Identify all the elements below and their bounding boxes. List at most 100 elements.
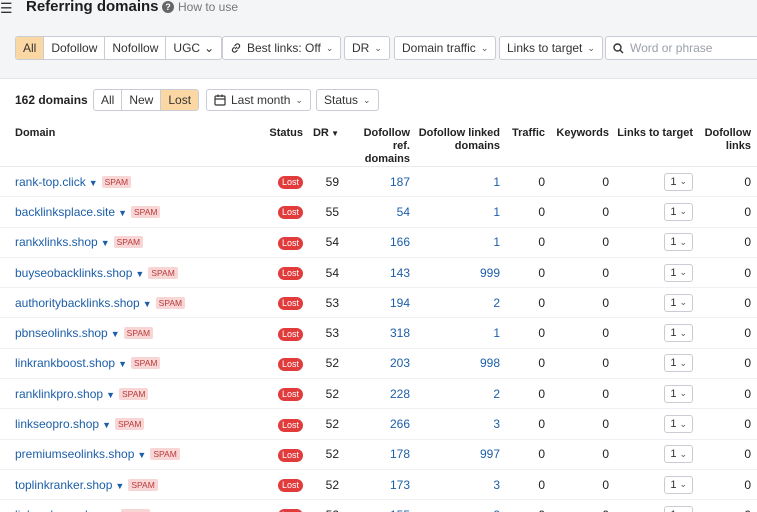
col-dofollow-ref-line1: Dofollow ref. [363,127,410,152]
dofollow-linked-link[interactable]: 1 [493,235,500,249]
dofollow-linked-link[interactable]: 1 [493,175,500,189]
dofollow-linked-link[interactable]: 2 [493,387,500,401]
domain-link[interactable]: rank-top.click [15,175,86,189]
dofollow-linked-link[interactable]: 1 [493,205,500,219]
domain-link[interactable]: backlinksplace.site [15,205,115,219]
caret-down-icon[interactable]: ▼ [102,420,111,430]
dofollow-ref-link[interactable]: 228 [390,387,410,401]
domain-link[interactable]: rankxlinks.shop [15,235,98,249]
how-to-use-link[interactable]: ? How to use [162,0,238,14]
dr-filter-button[interactable]: DR ⌄ [344,36,390,60]
links-to-target-dropdown[interactable]: 1⌄ [664,202,693,221]
dofollow-ref-link[interactable]: 178 [390,447,410,461]
dofollow-ref-link[interactable]: 203 [390,356,410,370]
links-to-target-dropdown[interactable]: 1⌄ [664,415,693,434]
domain-link[interactable]: linkrankseo.shop [15,508,105,512]
links-to-target-dropdown[interactable]: 1⌄ [664,233,693,252]
domain-link[interactable]: ranklinkpro.shop [15,387,103,401]
links-to-target-dropdown[interactable]: 1⌄ [664,172,693,191]
dofollow-linked-link[interactable]: 999 [480,266,500,280]
dofollow-ref-link[interactable]: 54 [397,205,410,219]
links-to-target-dropdown[interactable]: 1⌄ [664,293,693,312]
dofollow-ref-link[interactable]: 187 [390,175,410,189]
lost-badge: Lost [277,388,303,402]
dr-cell: 53 [309,287,345,319]
caret-down-icon[interactable]: ▼ [115,481,124,491]
domain-link[interactable]: authoritybacklinks.shop [15,296,140,310]
hamburger-icon[interactable]: ☰ [0,1,13,15]
dofollow-ref-link[interactable]: 143 [390,266,410,280]
domain-link[interactable]: pbnseolinks.shop [15,326,108,340]
dofollow-ref-link[interactable]: 194 [390,296,410,310]
links-to-target-dropdown[interactable]: 1⌄ [664,384,693,403]
traffic-cell: 0 [506,166,551,198]
caret-down-icon[interactable]: ▼ [111,329,120,339]
tab-all[interactable]: All [94,90,123,110]
dofollow-linked-link[interactable]: 3 [493,478,500,492]
period-button[interactable]: Last month ⌄ [206,89,311,111]
col-dr[interactable]: DR ▼ [309,123,345,167]
best-links-button[interactable]: Best links: Off ⌄ [222,36,342,60]
col-dofollow-ref[interactable]: Dofollow ref. domains [345,123,416,167]
dofollow-linked-link[interactable]: 1 [493,326,500,340]
domain-link[interactable]: premiumseolinks.shop [15,447,134,461]
domain-link[interactable]: buyseobacklinks.shop [15,266,132,280]
col-dofollow-links[interactable]: Dofollow links [699,123,757,167]
domain-link[interactable]: linkrankboost.shop [15,356,115,370]
filter-dofollow[interactable]: Dofollow [44,37,106,59]
dofollow-ref-link[interactable]: 166 [390,235,410,249]
domain-cell: linkseopro.shop ▼ SPAM [0,408,265,440]
links-to-target-dropdown[interactable]: 1⌄ [664,263,693,282]
tab-lost[interactable]: Lost [161,90,199,110]
dofollow-linked-link[interactable]: 997 [480,447,500,461]
caret-down-icon[interactable]: ▼ [118,359,127,369]
table-row: authoritybacklinks.shop ▼ SPAM Lost 53 194 2 0 0… [0,287,757,319]
col-domain[interactable]: Domain [0,123,265,167]
col-links-to-target[interactable]: Links to target [615,123,699,167]
links-to-target-dropdown[interactable]: 1⌄ [664,505,693,512]
filter-nofollow[interactable]: Nofollow [105,37,167,59]
links-to-target-dropdown[interactable]: 1⌄ [664,354,693,373]
links-to-target-value: 1 [670,418,677,431]
links-to-target-dropdown[interactable]: 1⌄ [664,445,693,464]
caret-down-icon[interactable]: ▼ [143,299,152,309]
col-traffic[interactable]: Traffic [506,123,551,167]
links-to-target-button[interactable]: Links to target ⌄ [499,36,603,60]
dofollow-linked-link[interactable]: 3 [493,417,500,431]
table-row: backlinksplace.site ▼ SPAM Lost 55 54 1 0 0 1 ⌄ 0 [0,196,757,228]
caret-down-icon[interactable]: ▼ [106,390,115,400]
links-to-target-dropdown[interactable]: 1⌄ [664,475,693,494]
col-dofollow-linked[interactable]: Dofollow linked domains [416,123,506,167]
dofollow-ref-link[interactable]: 173 [390,478,410,492]
links-to-target-dropdown[interactable]: 1⌄ [664,324,693,343]
filter-all[interactable]: All [16,37,45,59]
caret-down-icon[interactable]: ▼ [101,238,110,248]
caret-down-icon[interactable]: ▼ [137,450,146,460]
search-box [605,36,757,60]
dofollow-ref-link[interactable]: 155 [390,508,410,512]
caret-down-icon[interactable]: ▼ [135,269,144,279]
lost-badge: Lost [277,176,303,190]
domain-link[interactable]: linkseopro.shop [15,417,99,431]
dofollow-linked-link[interactable]: 2 [493,296,500,310]
domain-traffic-button[interactable]: Domain traffic ⌄ [394,36,497,60]
dofollow-ref-link[interactable]: 318 [390,326,410,340]
links-to-target-cell: 1⌄ [615,348,699,380]
caret-down-icon[interactable]: ▼ [118,208,127,218]
dofollow-linked-link[interactable]: 998 [480,356,500,370]
dofollow-ref-link[interactable]: 266 [390,417,410,431]
tab-new[interactable]: New [122,90,162,110]
best-links-label: Best links: Off [247,41,321,55]
col-status[interactable]: Status [265,123,309,167]
dofollow-linked-link[interactable]: 2 [493,508,500,512]
status-filter-button[interactable]: Status ⌄ [316,89,379,111]
search-input[interactable] [630,41,757,55]
status-cell: Lost [265,348,309,380]
filter-ugc[interactable]: UGC ⌄ [166,37,221,59]
dofollow-links-cell: 0 [699,257,757,289]
dofollow-links-cell: 0 [699,287,757,319]
col-keywords[interactable]: Keywords [551,123,615,167]
domain-link[interactable]: toplinkranker.shop [15,478,112,492]
keywords-cell: 0 [551,469,615,501]
caret-down-icon[interactable]: ▼ [89,178,98,188]
